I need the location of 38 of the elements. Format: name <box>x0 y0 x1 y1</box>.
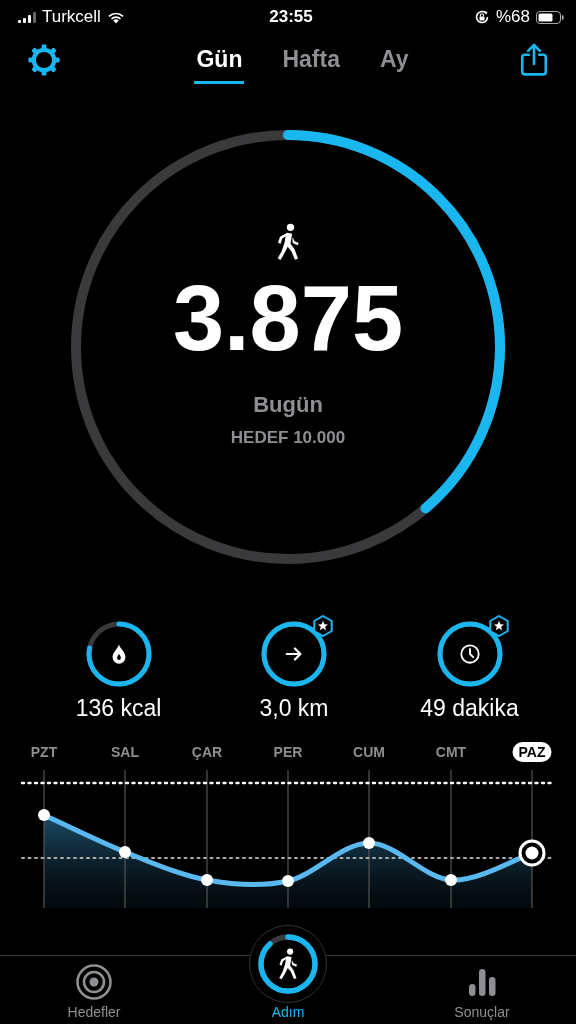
target-icon[interactable] <box>75 963 113 1001</box>
battery-icon <box>536 10 564 24</box>
signal-icon <box>18 11 36 23</box>
clock-time: 23:55 <box>269 7 313 27</box>
day-label[interactable]: CMT <box>429 742 473 762</box>
carrier-name: Turkcell <box>42 7 101 27</box>
tab-label[interactable]: Hedefler <box>67 1004 121 1020</box>
data-point <box>38 809 50 821</box>
stat-value: 136 kcal <box>75 695 162 722</box>
selected-point <box>518 839 546 867</box>
day-label[interactable]: CUM <box>347 742 391 762</box>
day-label[interactable]: PAZ <box>512 742 552 762</box>
period-tab[interactable]: Hafta <box>280 36 342 84</box>
wifi-icon <box>106 10 125 24</box>
goal-text: HEDEF 10.000 <box>230 428 346 448</box>
share-icon[interactable] <box>518 43 550 77</box>
day-label[interactable]: ÇAR <box>185 742 229 762</box>
tab-label[interactable]: Adım <box>271 1004 305 1020</box>
data-point <box>119 846 131 858</box>
day-label: Bugün <box>253 392 323 418</box>
period-tab[interactable]: Ay <box>377 36 411 84</box>
data-point <box>282 875 294 887</box>
data-point <box>445 874 457 886</box>
data-point <box>363 837 375 849</box>
settings-icon[interactable] <box>27 43 61 77</box>
data-point <box>201 874 213 886</box>
step-count: 3.875 <box>172 272 404 364</box>
clock-icon <box>458 643 481 665</box>
tab-label[interactable]: Sonuçlar <box>454 1004 510 1020</box>
rotation-lock-icon <box>473 9 490 25</box>
day-label[interactable]: PER <box>267 742 309 762</box>
day-label[interactable]: PZT <box>24 742 64 762</box>
bar-chart-icon[interactable] <box>467 967 497 997</box>
battery-percent: %68 <box>495 7 530 27</box>
period-tab[interactable]: Gün <box>194 36 245 84</box>
stat-value: 3,0 km <box>259 695 329 722</box>
stat-value: 49 dakika <box>420 695 519 722</box>
day-label[interactable]: SAL <box>105 742 145 762</box>
